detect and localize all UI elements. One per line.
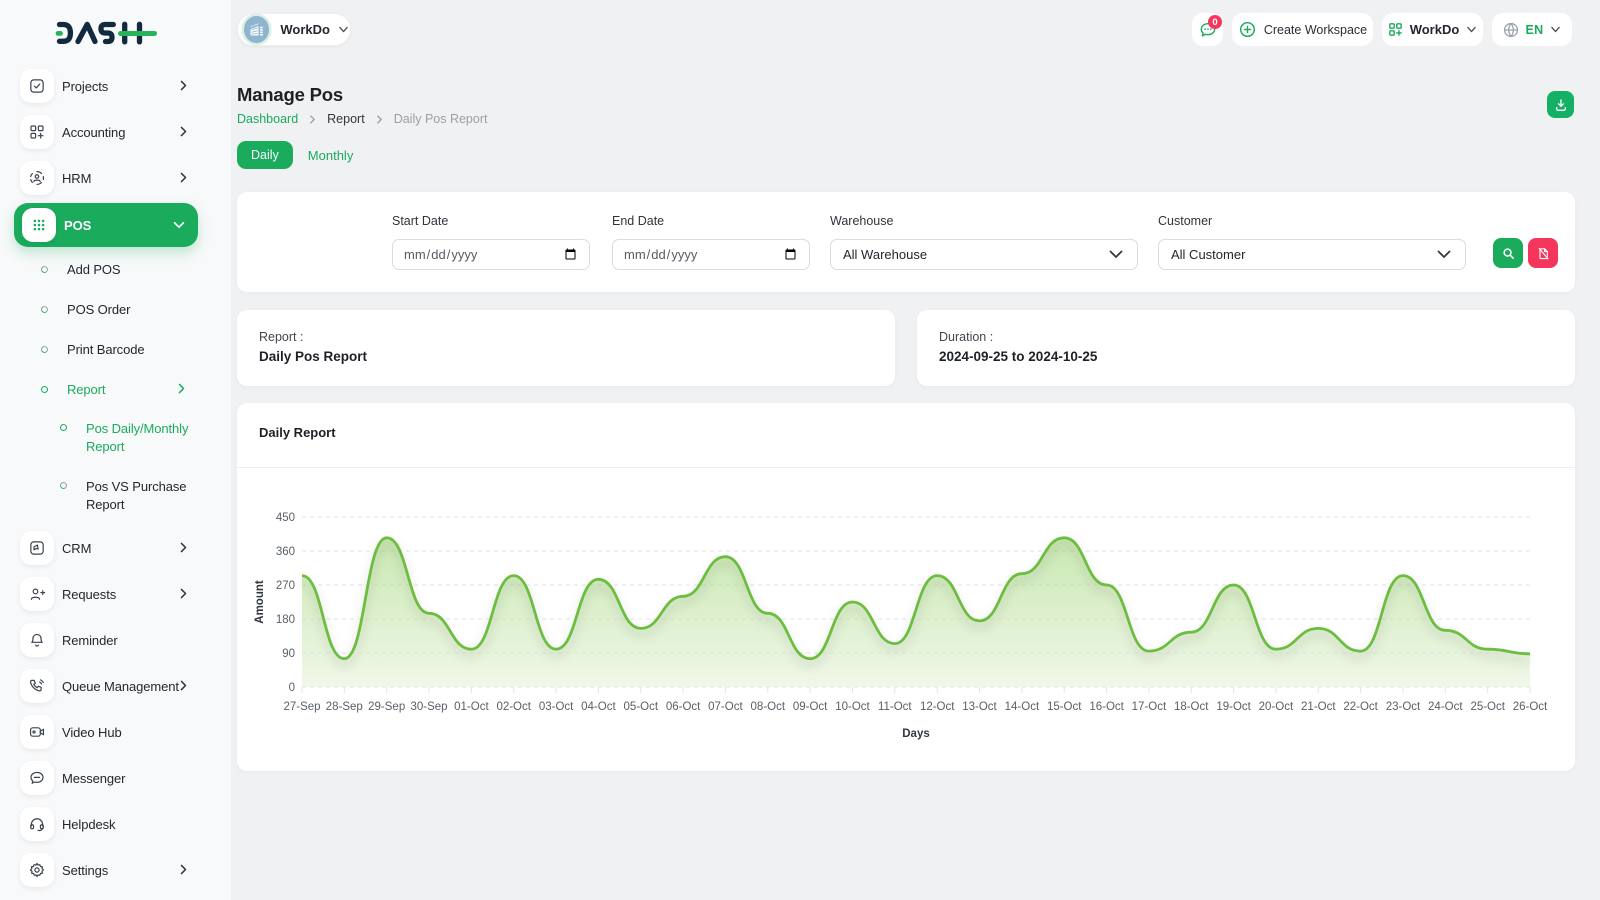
svg-text:06-Oct: 06-Oct <box>666 701 701 713</box>
svg-text:29-Sep: 29-Sep <box>368 701 405 713</box>
svg-text:90: 90 <box>282 648 295 660</box>
svg-text:01-Oct: 01-Oct <box>454 701 489 713</box>
svg-text:Days: Days <box>902 728 930 740</box>
svg-text:23-Oct: 23-Oct <box>1386 701 1421 713</box>
svg-text:10-Oct: 10-Oct <box>835 701 870 713</box>
svg-text:28-Sep: 28-Sep <box>326 701 363 713</box>
svg-text:21-Oct: 21-Oct <box>1301 701 1336 713</box>
svg-text:270: 270 <box>276 580 295 592</box>
svg-text:17-Oct: 17-Oct <box>1132 701 1167 713</box>
svg-text:04-Oct: 04-Oct <box>581 701 616 713</box>
svg-text:08-Oct: 08-Oct <box>751 701 786 713</box>
svg-text:22-Oct: 22-Oct <box>1343 701 1378 713</box>
svg-text:24-Oct: 24-Oct <box>1428 701 1463 713</box>
svg-text:27-Sep: 27-Sep <box>283 701 320 713</box>
svg-text:25-Oct: 25-Oct <box>1470 701 1505 713</box>
svg-text:11-Oct: 11-Oct <box>878 701 912 713</box>
svg-text:26-Oct: 26-Oct <box>1513 701 1548 713</box>
svg-text:16-Oct: 16-Oct <box>1089 701 1124 713</box>
svg-text:05-Oct: 05-Oct <box>624 701 659 713</box>
svg-text:19-Oct: 19-Oct <box>1216 701 1251 713</box>
svg-text:18-Oct: 18-Oct <box>1174 701 1209 713</box>
svg-text:13-Oct: 13-Oct <box>962 701 997 713</box>
svg-text:15-Oct: 15-Oct <box>1047 701 1082 713</box>
svg-text:450: 450 <box>276 512 295 524</box>
svg-text:02-Oct: 02-Oct <box>496 701 531 713</box>
svg-text:Amount: Amount <box>254 580 266 624</box>
svg-text:09-Oct: 09-Oct <box>793 701 828 713</box>
svg-text:20-Oct: 20-Oct <box>1259 701 1294 713</box>
svg-text:180: 180 <box>276 614 295 626</box>
svg-text:0: 0 <box>289 682 295 694</box>
svg-text:07-Oct: 07-Oct <box>708 701 743 713</box>
svg-text:14-Oct: 14-Oct <box>1005 701 1040 713</box>
svg-text:03-Oct: 03-Oct <box>539 701 574 713</box>
svg-text:12-Oct: 12-Oct <box>920 701 955 713</box>
svg-text:360: 360 <box>276 546 295 558</box>
svg-text:30-Sep: 30-Sep <box>410 701 447 713</box>
